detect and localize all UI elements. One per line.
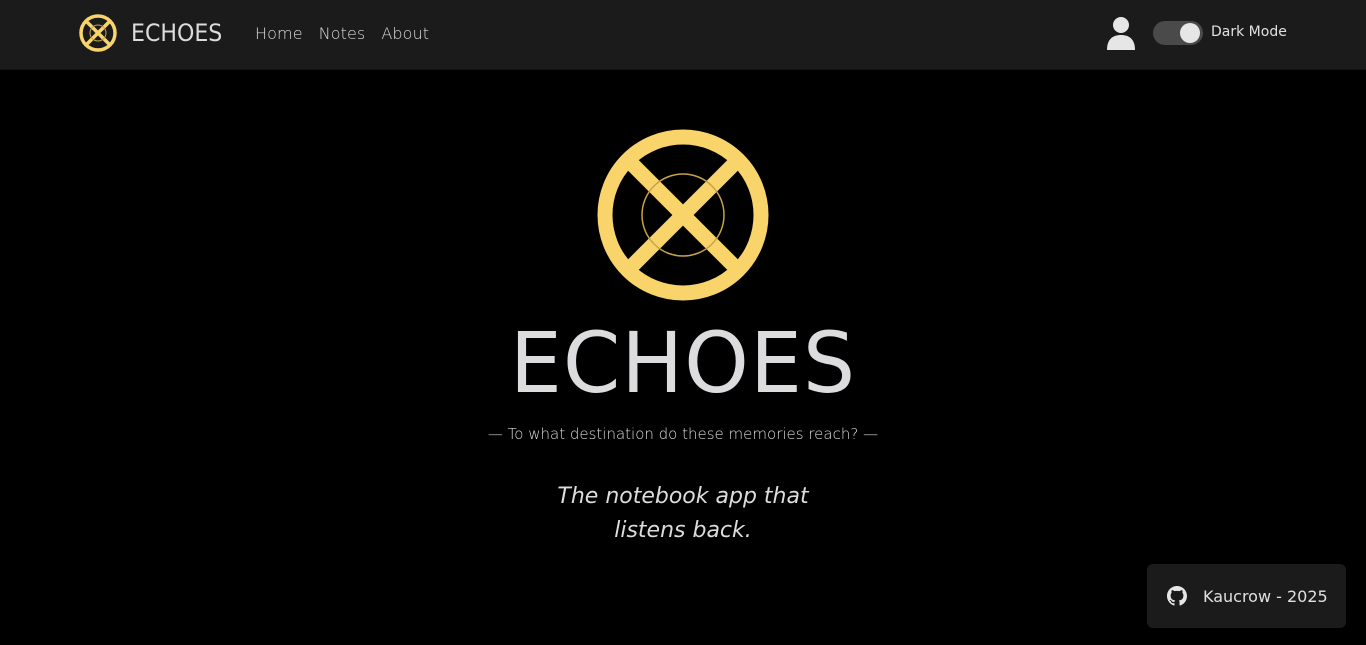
- github-credit-link[interactable]: Kaucrow - 2025: [1147, 564, 1346, 628]
- hero-tagline: — To what destination do these memories …: [487, 425, 879, 443]
- echoes-hero-logo-icon: [597, 129, 769, 301]
- nav-links: Home Notes About: [255, 24, 429, 43]
- top-navbar: ECHOES Home Notes About Dark Mode: [0, 0, 1366, 70]
- toggle-knob: [1180, 23, 1200, 43]
- nav-link-home[interactable]: Home: [255, 24, 303, 43]
- brand-link[interactable]: ECHOES: [78, 13, 230, 53]
- hero-title: ECHOES: [509, 314, 857, 412]
- github-icon: [1167, 586, 1187, 606]
- nav-link-notes[interactable]: Notes: [319, 24, 366, 43]
- brand-name: ECHOES: [131, 19, 223, 47]
- dark-mode-label: Dark Mode: [1211, 24, 1287, 40]
- hero-subtitle-line-2: listens back.: [614, 518, 752, 543]
- nav-link-about[interactable]: About: [381, 24, 429, 43]
- dark-mode-toggle[interactable]: [1153, 21, 1203, 45]
- echoes-x-circle-icon: [79, 14, 117, 52]
- footer-credit-text: Kaucrow - 2025: [1203, 586, 1328, 606]
- hero-subtitle-line-1: The notebook app that: [557, 484, 809, 509]
- user-icon[interactable]: [1105, 16, 1137, 50]
- hero-subtitle: The notebook app that listens back.: [533, 480, 833, 548]
